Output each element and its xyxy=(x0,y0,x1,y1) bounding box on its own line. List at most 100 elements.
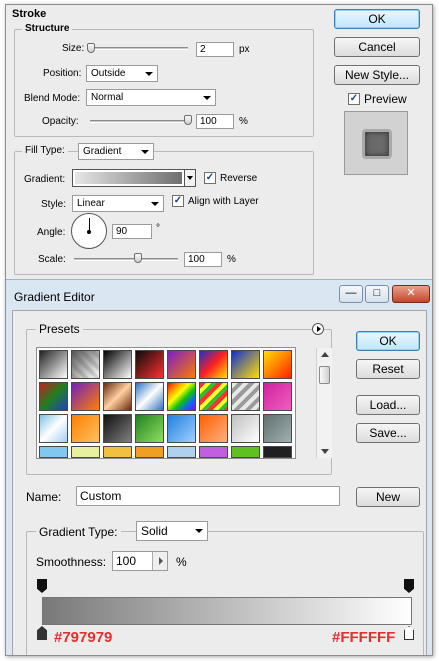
preset-swatch[interactable] xyxy=(199,350,228,379)
preset-swatch[interactable] xyxy=(199,414,228,443)
screenshot-frame: Stroke Structure Size: 2 px Position: Ou… xyxy=(5,4,433,656)
size-input[interactable]: 2 xyxy=(196,42,234,57)
opacity-slider-thumb[interactable] xyxy=(184,115,192,125)
cancel-button[interactable]: Cancel xyxy=(334,37,420,57)
presets-grid xyxy=(36,347,296,459)
opacity-input[interactable]: 100 xyxy=(196,114,234,129)
position-select[interactable]: Outside xyxy=(86,65,158,82)
maximize-button[interactable]: □ xyxy=(365,285,389,303)
new-style-button[interactable]: New Style... xyxy=(334,65,420,85)
load-button[interactable]: Load... xyxy=(356,395,420,415)
preset-swatch[interactable] xyxy=(231,350,260,379)
preset-swatch[interactable] xyxy=(39,382,68,411)
preview-checkbox[interactable]: ✓ xyxy=(348,93,360,105)
preset-swatch[interactable] xyxy=(135,382,164,411)
ge-ok-button[interactable]: OK xyxy=(356,331,420,351)
scale-input[interactable]: 100 xyxy=(184,252,222,267)
scale-slider[interactable] xyxy=(74,258,178,261)
reverse-label: Reverse xyxy=(220,173,258,184)
preset-swatch[interactable] xyxy=(135,414,164,443)
preset-swatch[interactable] xyxy=(263,382,292,411)
preset-swatch[interactable] xyxy=(231,382,260,411)
preset-swatch[interactable] xyxy=(167,382,196,411)
size-slider-thumb[interactable] xyxy=(87,43,95,53)
preset-swatch[interactable] xyxy=(263,350,292,379)
style-value: Linear xyxy=(77,198,105,209)
gradient-picker[interactable] xyxy=(72,169,196,187)
blend-mode-select[interactable]: Normal xyxy=(86,89,216,106)
close-button[interactable]: ✕ xyxy=(392,285,430,303)
name-label: Name: xyxy=(26,490,62,504)
reverse-checkbox[interactable]: ✓ xyxy=(204,172,216,184)
style-preview-swatch xyxy=(362,129,392,159)
angle-input[interactable]: 90 xyxy=(112,224,152,239)
preset-swatch[interactable] xyxy=(39,446,68,458)
style-label: Style: xyxy=(41,199,67,210)
style-select[interactable]: Linear xyxy=(72,195,164,212)
stroke-title: Stroke xyxy=(12,8,47,20)
blend-mode-label: Blend Mode: xyxy=(24,93,81,104)
opacity-label: Opacity: xyxy=(42,116,79,127)
presets-menu-button[interactable] xyxy=(312,323,324,335)
preset-swatch[interactable] xyxy=(263,414,292,443)
size-label: Size: xyxy=(62,43,85,54)
right-stop-color-label: #FFFFFF xyxy=(332,629,396,646)
preset-swatch[interactable] xyxy=(199,382,228,411)
preset-swatch[interactable] xyxy=(71,446,100,458)
size-slider[interactable] xyxy=(90,47,188,50)
name-input[interactable]: Custom xyxy=(76,486,340,506)
scale-unit: % xyxy=(227,254,236,265)
fill-type-value: Gradient xyxy=(83,146,122,157)
chevron-right-icon xyxy=(159,557,163,565)
opacity-slider[interactable] xyxy=(90,120,190,123)
preset-swatch[interactable] xyxy=(167,446,196,458)
scale-label: Scale: xyxy=(38,254,66,265)
gradient-bar[interactable] xyxy=(42,597,412,625)
preset-swatch[interactable] xyxy=(231,446,260,458)
scroll-up-icon[interactable] xyxy=(321,352,329,357)
preset-swatch[interactable] xyxy=(167,414,196,443)
preset-swatch[interactable] xyxy=(71,414,100,443)
gradient-label: Gradient: xyxy=(24,174,66,185)
preset-swatch[interactable] xyxy=(103,446,132,458)
chevron-down-icon xyxy=(187,176,193,180)
preset-swatch[interactable] xyxy=(103,350,132,379)
preset-swatch[interactable] xyxy=(231,414,260,443)
fill-type-select[interactable]: Gradient xyxy=(78,143,154,160)
presets-label: Presets xyxy=(36,322,83,336)
presets-scrollbar[interactable] xyxy=(316,348,332,458)
chevron-down-icon xyxy=(141,150,149,154)
save-button[interactable]: Save... xyxy=(356,423,420,443)
smoothness-stepper[interactable] xyxy=(152,552,167,570)
gradient-type-label: Gradient Type: xyxy=(36,525,121,539)
preset-swatch[interactable] xyxy=(39,414,68,443)
align-label: Align with Layer xyxy=(188,196,259,207)
align-checkbox[interactable]: ✓ xyxy=(172,195,184,207)
angle-dial[interactable] xyxy=(71,213,107,249)
angle-label: Angle: xyxy=(37,227,66,238)
position-value: Outside xyxy=(91,68,126,79)
chevron-down-icon xyxy=(151,202,159,206)
preset-swatch[interactable] xyxy=(71,350,100,379)
preset-swatch[interactable] xyxy=(167,350,196,379)
preset-swatch[interactable] xyxy=(199,446,228,458)
preset-swatch[interactable] xyxy=(135,350,164,379)
scroll-down-icon[interactable] xyxy=(321,449,329,454)
gradient-dropdown[interactable] xyxy=(184,170,195,186)
minimize-button[interactable]: — xyxy=(339,285,363,303)
preset-swatch[interactable] xyxy=(71,382,100,411)
blend-mode-value: Normal xyxy=(91,92,124,103)
preset-swatch[interactable] xyxy=(39,350,68,379)
gradient-type-select[interactable]: Solid xyxy=(136,521,208,541)
ok-button[interactable]: OK xyxy=(334,9,420,29)
preset-swatch[interactable] xyxy=(135,446,164,458)
new-button[interactable]: New xyxy=(356,487,420,507)
scale-slider-thumb[interactable] xyxy=(134,253,142,263)
preset-swatch[interactable] xyxy=(103,382,132,411)
reset-button[interactable]: Reset xyxy=(356,359,420,379)
angle-center xyxy=(87,230,91,234)
preset-swatch[interactable] xyxy=(263,446,292,458)
scroll-thumb[interactable] xyxy=(319,366,330,384)
preset-swatch[interactable] xyxy=(103,414,132,443)
style-preview-box xyxy=(344,111,408,175)
